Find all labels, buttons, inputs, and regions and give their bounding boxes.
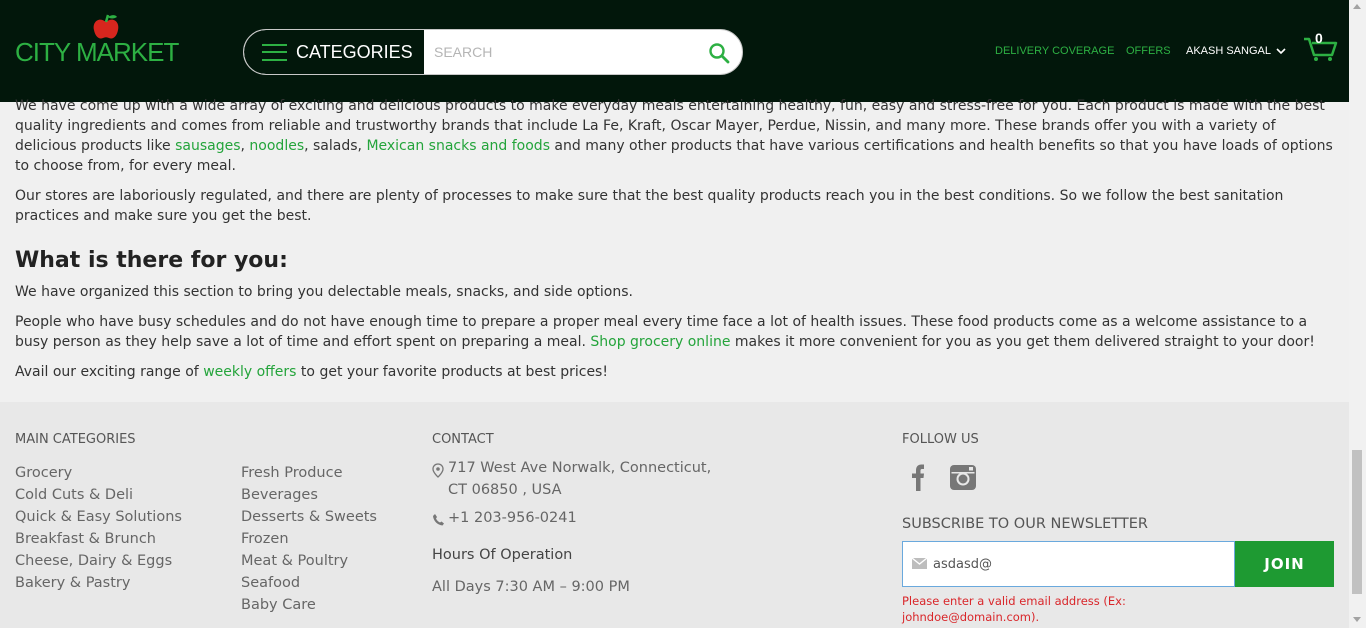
- footer-category-link[interactable]: Bakery & Pastry: [15, 572, 182, 594]
- article-text: Avail our exciting range of: [15, 364, 204, 380]
- categories-button[interactable]: CATEGORIES: [244, 30, 424, 74]
- footer-category-link[interactable]: Seafood: [241, 572, 377, 594]
- categories-label: CATEGORIES: [296, 41, 413, 62]
- search-input[interactable]: [434, 30, 694, 74]
- newsletter-email-input[interactable]: [933, 542, 1228, 586]
- main-categories-title: MAIN CATEGORIES: [15, 432, 136, 447]
- newsletter-title: SUBSCRIBE TO OUR NEWSLETTER: [902, 516, 1148, 532]
- location-pin-icon: [432, 463, 444, 478]
- scrollbar-thumb[interactable]: [1352, 450, 1362, 594]
- footer-category-link[interactable]: Baby Care: [241, 594, 377, 616]
- footer-categories-col1: Grocery Cold Cuts & Deli Quick & Easy So…: [15, 462, 182, 594]
- follow-us-title: FOLLOW US: [902, 432, 979, 447]
- link-weekly-offers[interactable]: weekly offers: [203, 364, 296, 380]
- nav-delivery-coverage[interactable]: DELIVERY COVERAGE: [995, 45, 1114, 57]
- article-paragraph: We have come up with a wide array of exc…: [15, 96, 1335, 176]
- link-mexican-snacks[interactable]: Mexican snacks and foods: [366, 138, 550, 154]
- phone-number[interactable]: +1 203-956-0241: [448, 510, 577, 526]
- article-paragraph: People who have busy schedules and do no…: [15, 312, 1335, 352]
- facebook-icon[interactable]: [902, 462, 930, 492]
- chevron-down-icon: [1276, 48, 1286, 54]
- link-noodles[interactable]: noodles: [249, 138, 304, 154]
- scroll-down-arrow-icon[interactable]: [1353, 617, 1361, 622]
- category-search-bar: CATEGORIES: [243, 29, 743, 75]
- cart-count-badge: 0: [1315, 30, 1323, 46]
- city-market-logo[interactable]: CITY MARKET: [15, 10, 179, 67]
- footer-category-link[interactable]: Breakfast & Brunch: [15, 528, 182, 550]
- address-line-1: 717 West Ave Norwalk, Connecticut,: [448, 460, 712, 476]
- footer-category-link[interactable]: Frozen: [241, 528, 377, 550]
- footer-category-link[interactable]: Beverages: [241, 484, 377, 506]
- site-footer: MAIN CATEGORIES Grocery Cold Cuts & Deli…: [0, 402, 1349, 628]
- search-icon[interactable]: [708, 42, 730, 64]
- instagram-icon[interactable]: [948, 462, 978, 492]
- hours-title: Hours Of Operation: [432, 547, 573, 563]
- link-shop-grocery-online[interactable]: Shop grocery online: [590, 334, 730, 350]
- phone-icon: [433, 514, 444, 526]
- footer-category-link[interactable]: Desserts & Sweets: [241, 506, 377, 528]
- email-error-message: Please enter a valid email address (Ex: …: [902, 594, 1126, 624]
- join-button[interactable]: JOIN: [1235, 541, 1334, 587]
- contact-title: CONTACT: [432, 432, 494, 447]
- article-paragraph: We have organized this section to bring …: [15, 284, 633, 300]
- footer-category-link[interactable]: Cheese, Dairy & Eggs: [15, 550, 182, 572]
- article-paragraph: Avail our exciting range of weekly offer…: [15, 362, 1335, 382]
- link-sausages[interactable]: sausages: [175, 138, 240, 154]
- article-paragraph: Our stores are laboriously regulated, an…: [15, 188, 1284, 224]
- site-header: CITY MARKET CATEGORIES DELIVERY COVERAGE…: [0, 0, 1349, 102]
- article-text: makes it more convenient for you as you …: [730, 334, 1315, 350]
- hamburger-icon: [262, 43, 287, 61]
- user-menu[interactable]: AKASH SANGAL: [1186, 45, 1286, 57]
- footer-category-link[interactable]: Grocery: [15, 462, 182, 484]
- seo-article: We have come up with a wide array of exc…: [15, 98, 1335, 392]
- address-line-2: CT 06850 , USA: [448, 482, 562, 498]
- footer-category-link[interactable]: Fresh Produce: [241, 462, 377, 484]
- footer-category-link[interactable]: Meat & Poultry: [241, 550, 377, 572]
- article-text: to get your favorite products at best pr…: [296, 364, 608, 380]
- scroll-up-arrow-icon[interactable]: [1353, 4, 1361, 9]
- footer-categories-col2: Fresh Produce Beverages Desserts & Sweet…: [241, 462, 377, 616]
- logo-text: CITY MARKET: [15, 37, 179, 67]
- page-scrollbar[interactable]: [1349, 0, 1366, 628]
- footer-category-link[interactable]: Cold Cuts & Deli: [15, 484, 182, 506]
- section-heading: What is there for you:: [15, 248, 288, 273]
- hours-value: All Days 7:30 AM – 9:00 PM: [432, 579, 630, 595]
- newsletter-email-field: [902, 541, 1235, 587]
- article-text: , salads,: [304, 138, 367, 154]
- nav-offers[interactable]: OFFERS: [1126, 45, 1171, 57]
- footer-category-link[interactable]: Quick & Easy Solutions: [15, 506, 182, 528]
- user-name: AKASH SANGAL: [1186, 45, 1271, 57]
- mail-icon: [912, 558, 927, 569]
